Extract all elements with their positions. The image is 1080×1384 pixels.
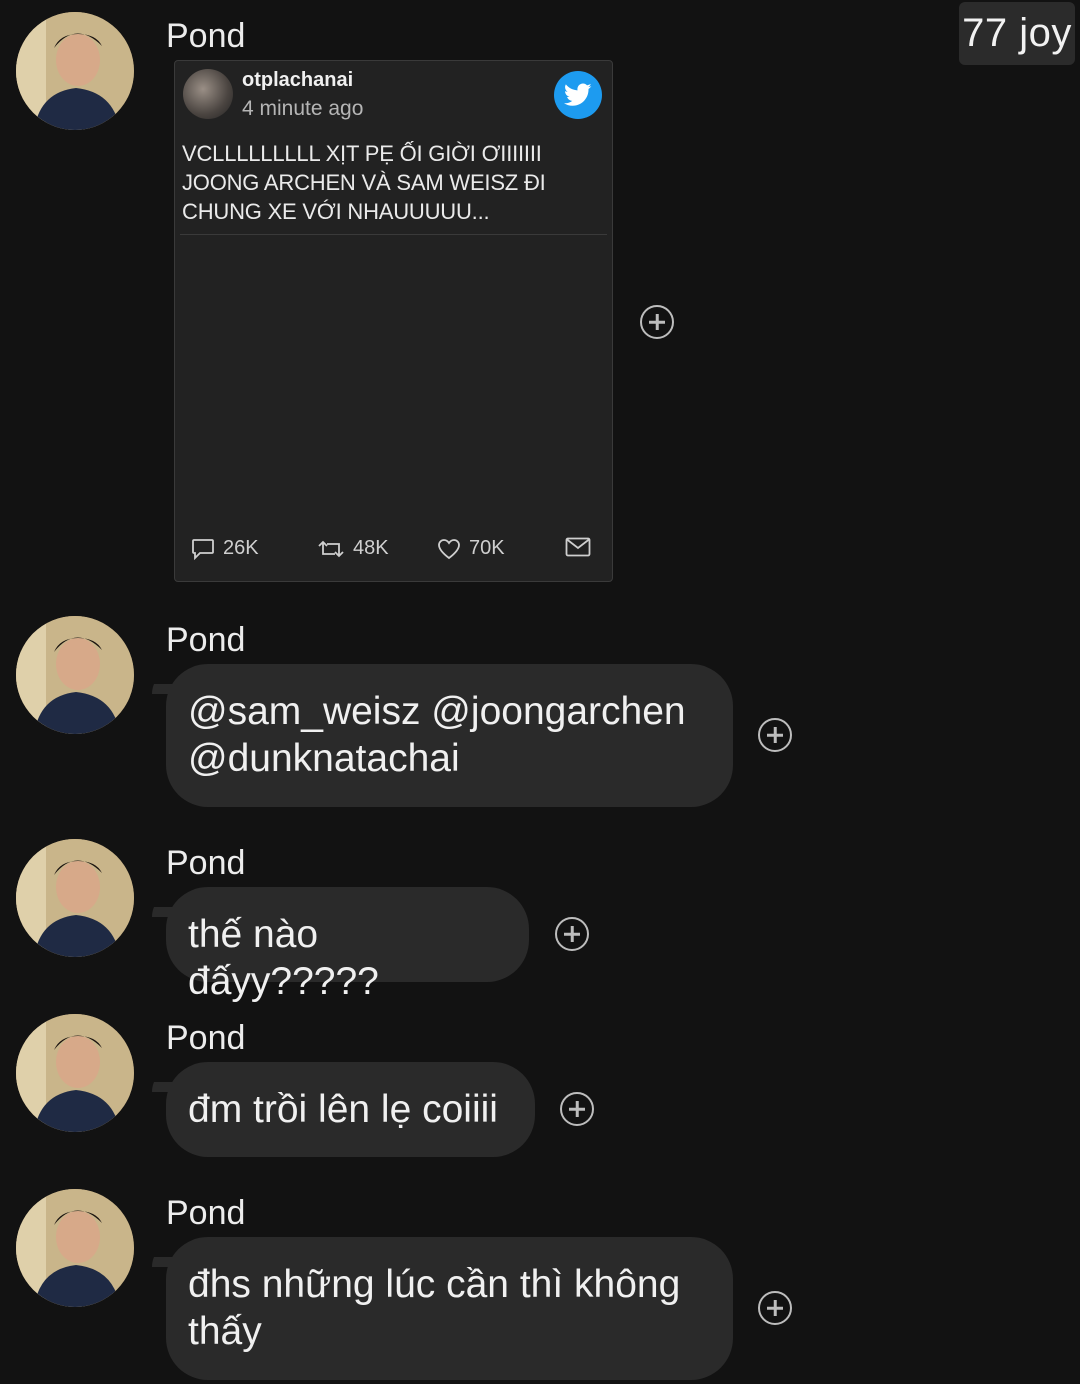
shared-tweet-card[interactable]: otplachanai 4 minute ago VCLLLLLLLLL XỊT… bbox=[174, 60, 613, 582]
avatar[interactable] bbox=[16, 839, 134, 957]
avatar[interactable] bbox=[16, 1189, 134, 1307]
retweet-icon bbox=[318, 540, 344, 557]
message-bubble[interactable]: đm trồi lên lẹ coiiii bbox=[166, 1062, 535, 1157]
message-text: đm trồi lên lẹ coiiii bbox=[188, 1088, 498, 1131]
add-reaction-icon[interactable] bbox=[758, 1291, 792, 1325]
reply-count[interactable]: 26K bbox=[191, 537, 259, 560]
message-bubble[interactable]: đhs những lúc cần thì không thấy bbox=[166, 1237, 733, 1380]
message-text: đhs những lúc cần thì không thấy bbox=[188, 1263, 681, 1353]
tweet-text: VCLLLLLLLLL XỊT PẸ ỐI GIỜI ƠIIIIIII JOON… bbox=[182, 141, 546, 224]
sender-name: Pond bbox=[166, 1194, 246, 1232]
retweet-count-label: 48K bbox=[353, 537, 389, 559]
reply-icon bbox=[192, 538, 214, 560]
bubble-tail bbox=[152, 668, 188, 694]
tweet-author-avatar[interactable] bbox=[183, 69, 233, 119]
heart-icon bbox=[438, 538, 460, 559]
add-reaction-icon[interactable] bbox=[758, 718, 792, 752]
message-bubble[interactable]: thế nào đấyy????? bbox=[166, 887, 529, 1003]
bubble-tail bbox=[152, 1066, 188, 1092]
avatar[interactable] bbox=[16, 1014, 134, 1132]
avatar[interactable] bbox=[16, 616, 134, 734]
divider bbox=[180, 234, 607, 235]
sender-name: Pond bbox=[166, 844, 246, 882]
sender-name: Pond bbox=[166, 17, 246, 55]
bubble-tail bbox=[152, 1241, 188, 1267]
bubble-tail bbox=[152, 891, 188, 917]
tweet-timestamp: 4 minute ago bbox=[242, 97, 364, 120]
add-reaction-icon[interactable] bbox=[640, 305, 674, 339]
sender-name: Pond bbox=[166, 621, 246, 659]
message-text: thế nào đấyy????? bbox=[188, 913, 379, 1003]
mail-icon bbox=[565, 537, 591, 557]
twitter-bird-icon bbox=[554, 71, 602, 119]
add-reaction-icon[interactable] bbox=[560, 1092, 594, 1126]
watermark-label: 77 joy bbox=[959, 2, 1075, 65]
like-count[interactable]: 70K bbox=[437, 537, 505, 560]
message-bubble[interactable]: @sam_weisz @joongarchen @dunknatachai bbox=[166, 664, 733, 807]
retweet-count[interactable]: 48K bbox=[317, 537, 389, 560]
add-reaction-icon[interactable] bbox=[555, 917, 589, 951]
sender-name: Pond bbox=[166, 1019, 246, 1057]
share-button[interactable] bbox=[565, 537, 591, 557]
like-count-label: 70K bbox=[469, 537, 505, 559]
reply-count-label: 26K bbox=[223, 537, 259, 559]
message-text: @sam_weisz @joongarchen @dunknatachai bbox=[188, 690, 686, 780]
tweet-username[interactable]: otplachanai bbox=[242, 69, 353, 92]
avatar[interactable] bbox=[16, 12, 134, 130]
